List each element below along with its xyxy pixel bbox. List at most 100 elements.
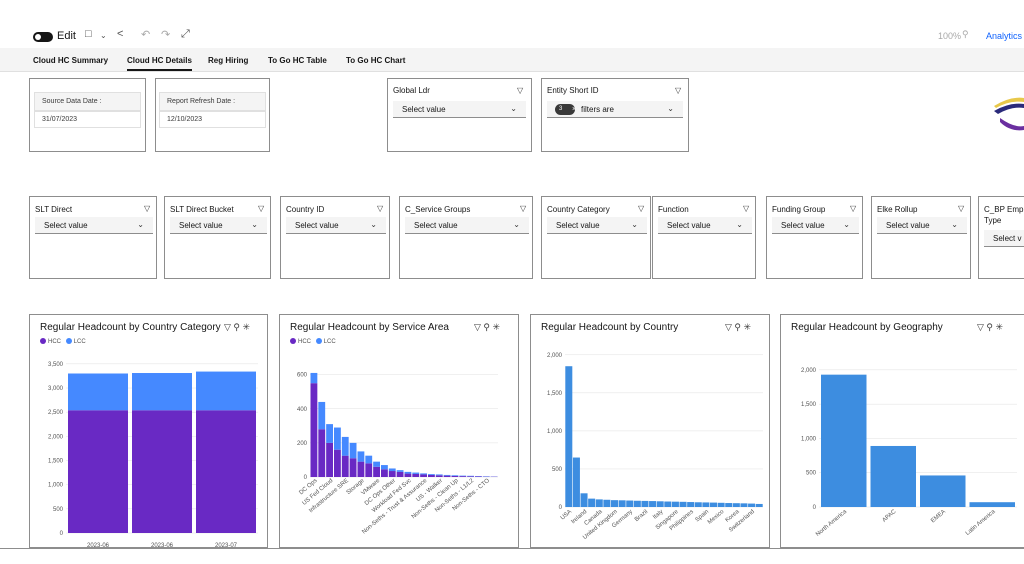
filter-count-tag[interactable]: 3 × xyxy=(555,104,576,115)
y-tick-label: 0 xyxy=(60,531,64,537)
expand-icon[interactable]: ⤢ xyxy=(181,28,190,41)
chevron-down-icon: ⌄ xyxy=(667,104,674,113)
filter-title: Elke Rollup xyxy=(877,205,918,214)
filter-select[interactable]: Select value ⌄ xyxy=(170,217,267,234)
undo-icon[interactable]: ↶ xyxy=(141,28,150,41)
bar-hcc xyxy=(341,455,349,477)
analytics-link[interactable]: Analytics xyxy=(986,31,1022,41)
y-tick-label: 1,000 xyxy=(801,436,817,442)
bar-hcc xyxy=(365,463,373,477)
y-tick-label: 0 xyxy=(559,505,563,511)
y-tick-label: 2,000 xyxy=(48,434,64,440)
filter-select[interactable]: Select value ⌄ xyxy=(35,217,153,234)
close-icon[interactable]: × xyxy=(572,104,576,115)
bar-lcc xyxy=(428,474,435,475)
filter-select[interactable]: Select v xyxy=(984,230,1024,247)
y-tick-label: 2,000 xyxy=(547,353,563,359)
refresh-date-card: Report Refresh Date : 12/10/2023 xyxy=(155,78,270,152)
y-tick-label: 2,500 xyxy=(48,410,64,416)
x-tick-label: EMEA xyxy=(930,509,947,525)
filter-title-line2: Type xyxy=(984,216,1002,225)
redo-icon[interactable]: ↷ xyxy=(161,28,170,41)
save-icon[interactable]: □ xyxy=(85,28,92,40)
filter-funnel-icon[interactable]: ▽ xyxy=(958,204,964,213)
bar-lcc xyxy=(326,424,333,443)
bar xyxy=(717,502,725,507)
country-category-svg: 05001,0001,5002,0002,5003,0003,5002023-0… xyxy=(48,362,258,549)
filter-select[interactable]: Select value ⌄ xyxy=(877,217,967,234)
bar-hcc xyxy=(467,476,474,477)
filter-select[interactable]: Select value ⌄ xyxy=(772,217,859,234)
bar-hcc xyxy=(459,476,467,477)
bar-lcc xyxy=(341,436,349,456)
filter-title: SLT Direct xyxy=(35,205,73,214)
filter-funnel-icon[interactable]: ▽ xyxy=(520,204,526,213)
filter-select[interactable]: Select value ⌄ xyxy=(286,217,386,234)
filter-card-4: Country Category ▽ Select value ⌄ xyxy=(541,196,651,279)
filter-funnel-icon[interactable]: ▽ xyxy=(377,204,383,213)
bar-lcc xyxy=(334,427,341,450)
filter-title: C_Service Groups xyxy=(405,205,471,214)
bar xyxy=(694,502,702,507)
filter-card-8: C_BP Emp Type Select v xyxy=(978,196,1024,279)
filter-funnel-icon[interactable]: ▽ xyxy=(517,86,523,95)
bar xyxy=(920,475,966,507)
y-tick-label: 0 xyxy=(813,505,817,511)
bar-lcc xyxy=(318,401,326,430)
bar-lcc xyxy=(412,472,420,474)
filter-funnel-icon[interactable]: ▽ xyxy=(258,204,264,213)
service-area-svg: 0200400600DC OpsUS Fed CloudInfrastructu… xyxy=(297,373,498,535)
edit-label[interactable]: Edit xyxy=(57,30,76,42)
bar-hcc xyxy=(388,471,396,477)
tab-reg-hiring[interactable]: Reg Hiring xyxy=(208,56,248,65)
toolbar: Edit □ ⌄ < ↶ ↷ ⤢ 100% ⚲ Analytics xyxy=(0,0,1024,48)
bar-hcc xyxy=(310,383,318,477)
bar-hcc xyxy=(412,473,420,477)
global-ldr-select[interactable]: Select value ⌄ xyxy=(393,101,526,118)
bar-lcc xyxy=(396,470,404,472)
filter-funnel-icon[interactable]: ▽ xyxy=(638,204,644,213)
share-icon[interactable]: < xyxy=(117,28,123,40)
y-tick-label: 1,500 xyxy=(48,459,64,465)
bar xyxy=(572,457,580,507)
filter-card-1: SLT Direct Bucket ▽ Select value ⌄ xyxy=(164,196,271,279)
y-tick-label: 400 xyxy=(297,407,308,413)
tab-cloud-hc-summary[interactable]: Cloud HC Summary xyxy=(33,56,108,65)
filter-select[interactable]: Select value ⌄ xyxy=(405,217,529,234)
bar xyxy=(725,503,733,507)
chevron-down-icon: ⌄ xyxy=(370,220,377,229)
bar-lcc xyxy=(420,473,427,475)
filter-funnel-icon[interactable]: ▽ xyxy=(144,204,150,213)
zoom-icon[interactable]: ⚲ xyxy=(962,29,969,40)
filter-title: Country ID xyxy=(286,205,325,214)
filter-card-3: C_Service Groups ▽ Select value ⌄ xyxy=(399,196,533,279)
chevron-down-icon[interactable]: ⌄ xyxy=(100,31,107,40)
tab-to-go-hc-table[interactable]: To Go HC Table xyxy=(268,56,327,65)
tab-bar: Cloud HC Summary Cloud HC Details Reg Hi… xyxy=(0,48,1024,72)
bar xyxy=(969,502,1015,507)
tab-cloud-hc-details[interactable]: Cloud HC Details xyxy=(127,56,192,71)
geography-svg: 0 500 1,000 1,500 2,000 North America APAC EMEA… xyxy=(801,368,1017,538)
filter-select[interactable]: Select value ⌄ xyxy=(658,217,752,234)
bar-lcc xyxy=(357,451,365,462)
bar xyxy=(679,501,687,507)
filter-funnel-icon[interactable]: ▽ xyxy=(850,204,856,213)
bar-lcc xyxy=(132,373,192,411)
bar-hcc xyxy=(373,466,380,477)
filter-funnel-icon[interactable]: ▽ xyxy=(675,86,681,95)
filter-card-5: Function ▽ Select value ⌄ xyxy=(652,196,756,279)
tab-to-go-hc-chart[interactable]: To Go HC Chart xyxy=(346,56,405,65)
y-tick-label: 3,500 xyxy=(48,362,64,368)
edit-toggle[interactable] xyxy=(33,32,53,42)
entity-select[interactable]: 3 × filters are ⌄ xyxy=(547,101,683,118)
bar xyxy=(565,366,573,507)
source-date-value: 31/07/2023 xyxy=(42,116,78,123)
chevron-down-icon: ⌄ xyxy=(736,220,743,229)
filter-select[interactable]: Select value ⌄ xyxy=(547,217,647,234)
bar xyxy=(748,503,756,507)
filter-funnel-icon[interactable]: ▽ xyxy=(743,204,749,213)
bar-hcc xyxy=(68,410,128,533)
refresh-date-label: Report Refresh Date : xyxy=(167,98,236,105)
bar xyxy=(755,503,763,507)
bar-hcc xyxy=(451,475,459,477)
